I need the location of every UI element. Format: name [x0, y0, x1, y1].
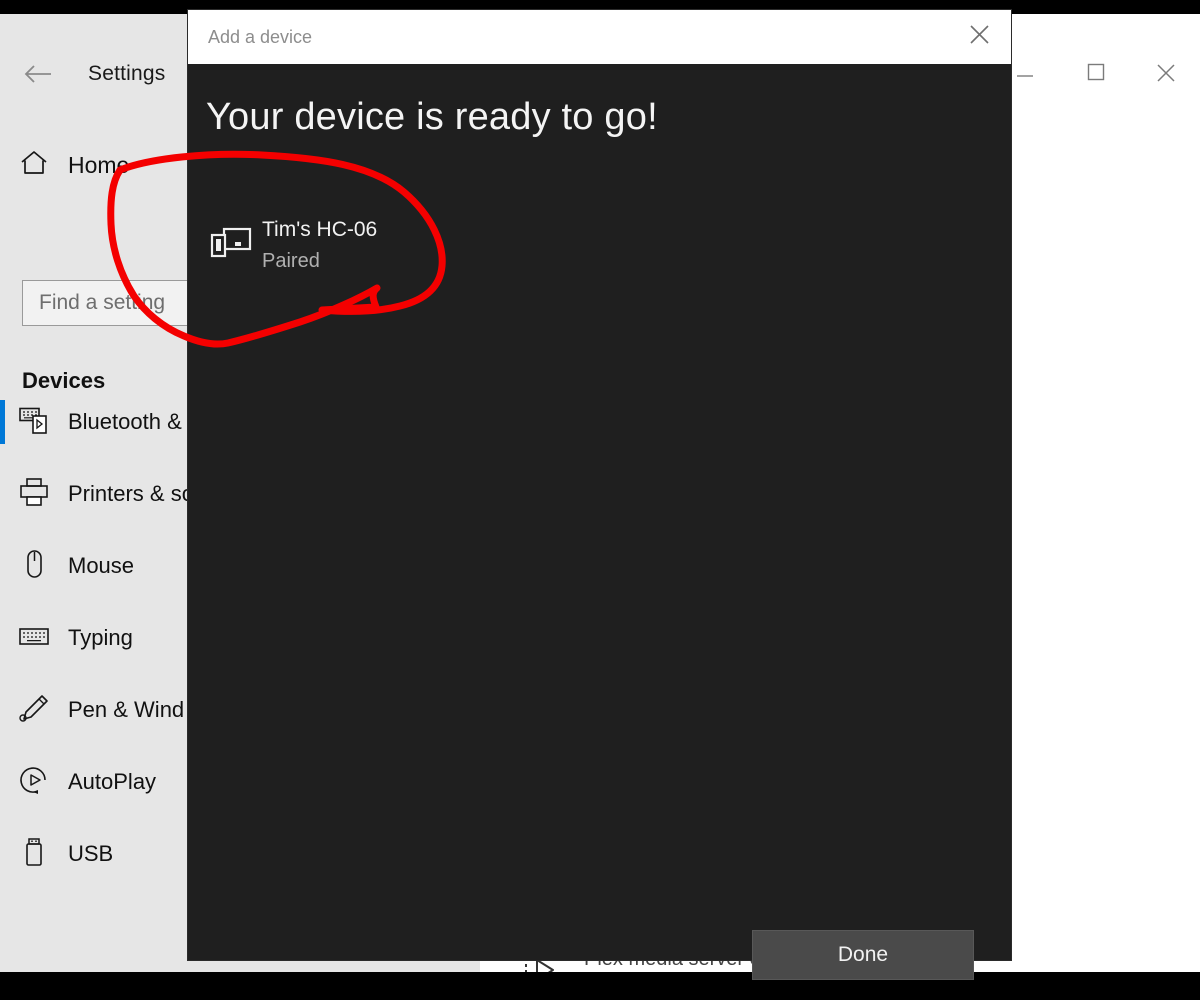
- paired-device-icon: [200, 226, 262, 265]
- pen-icon: [0, 693, 68, 728]
- screen: Settings: [0, 0, 1200, 1000]
- paired-device-name: Tim's HC-06: [262, 218, 377, 242]
- sidebar-item-label: Bluetooth &: [68, 409, 182, 435]
- usb-icon: [0, 837, 68, 872]
- autoplay-icon: [0, 765, 68, 800]
- printer-icon: [0, 477, 68, 512]
- dialog-heading: Your device is ready to go!: [206, 96, 658, 139]
- add-device-dialog: Add a device Your device is ready to go!: [188, 10, 1011, 960]
- search-placeholder: Find a setting: [39, 291, 165, 315]
- done-button-label: Done: [838, 943, 888, 967]
- dialog-body: Your device is ready to go! Tim's HC-06 …: [188, 64, 1011, 960]
- bottom-black-bar: [0, 972, 1200, 1000]
- close-button[interactable]: [1143, 54, 1189, 98]
- dialog-titlebar: Add a device: [188, 10, 1011, 64]
- bluetooth-devices-icon: [0, 405, 68, 440]
- sidebar-item-label: USB: [68, 841, 113, 867]
- sidebar-item-label: Home: [68, 152, 129, 179]
- done-button[interactable]: Done: [752, 930, 974, 980]
- sidebar-item-label: Pen & Wind: [68, 697, 184, 723]
- paired-device-row[interactable]: Tim's HC-06 Paired: [200, 206, 800, 284]
- home-icon: [0, 149, 68, 182]
- paired-device-status: Paired: [262, 250, 377, 273]
- back-arrow-icon[interactable]: [20, 58, 56, 94]
- sidebar-item-label: Printers & so: [68, 481, 194, 507]
- close-icon[interactable]: [957, 18, 1001, 56]
- keyboard-icon: [0, 621, 68, 656]
- sidebar-item-label: Typing: [68, 625, 133, 651]
- page-title: Settings: [88, 62, 165, 86]
- sidebar-item-label: Mouse: [68, 553, 134, 579]
- sidebar-item-label: AutoPlay: [68, 769, 156, 795]
- maximize-button[interactable]: [1073, 54, 1119, 98]
- selection-indicator: [0, 400, 5, 444]
- dialog-title: Add a device: [208, 27, 312, 48]
- paired-device-text: Tim's HC-06 Paired: [262, 218, 377, 273]
- mouse-icon: [0, 549, 68, 584]
